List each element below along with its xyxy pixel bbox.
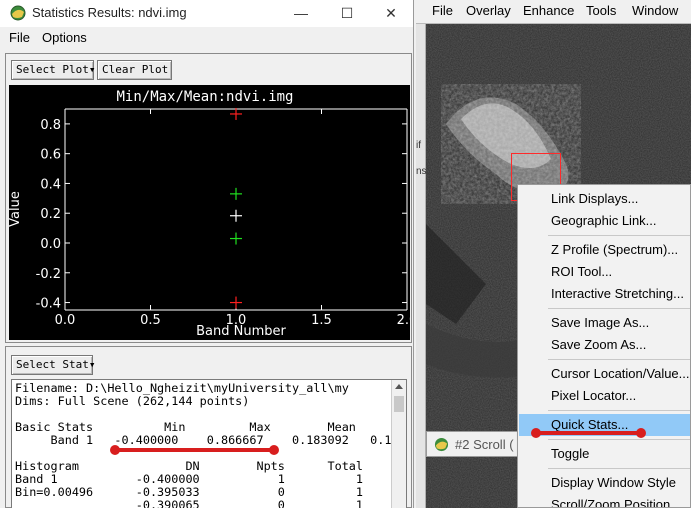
stats-panel: Select Stat▾ Filename: D:\Hello_Ngheizit… [5, 346, 412, 508]
select-stat-label: Select Stat [16, 358, 89, 371]
y-tick-label: -0.2 [36, 267, 61, 282]
display-menu-window[interactable]: Window [632, 3, 678, 18]
plus-marker-mean-stddev [230, 187, 242, 200]
stats-text-area[interactable]: Filename: D:\Hello_Ngheizit\myUniversity… [11, 379, 407, 508]
ctx-item-display-window-style[interactable]: Display Window Style [519, 472, 690, 494]
display-menu-enhance[interactable]: Enhance [523, 3, 574, 18]
y-tick-label: 0.2 [40, 207, 61, 222]
menu-separator [548, 235, 690, 236]
menu-separator [548, 439, 690, 440]
dropdown-arrow-icon: ▾ [88, 358, 96, 371]
x-tick-label: 1.0 [226, 313, 247, 328]
plot-area: Min/Max/Mean:ndvi.img Value Band Number … [9, 85, 410, 340]
scroll-up-arrow-icon[interactable] [395, 384, 403, 389]
x-tick-label: 0.5 [140, 313, 161, 328]
menu-separator [548, 410, 690, 411]
x-tick-label: 0.0 [55, 313, 76, 328]
envi-app-icon [10, 5, 26, 21]
y-tick-label: -0.4 [36, 297, 61, 312]
title-bar[interactable]: Statistics Results: ndvi.img — ☐ ✕ [0, 0, 413, 27]
ctx-item-interactive-stretching[interactable]: Interactive Stretching... [519, 283, 690, 305]
scroll-window-title: #2 Scroll ( [455, 437, 514, 452]
display-menu-bar: File Overlay Enhance Tools Window [416, 0, 691, 24]
x-tick-label: 1.5 [311, 313, 332, 328]
close-button[interactable]: ✕ [368, 0, 413, 27]
menu-separator [548, 468, 690, 469]
annotation-dot-right [636, 428, 646, 438]
y-axis-label: Value [9, 191, 23, 227]
desktop: Statistics Results: ndvi.img — ☐ ✕ File … [0, 0, 691, 508]
dropdown-arrow-icon: ▾ [88, 63, 96, 76]
background-window-edge: if ns [416, 0, 427, 508]
y-tick-label: 0.8 [40, 118, 61, 133]
ctx-item-cursor-location[interactable]: Cursor Location/Value... [519, 363, 690, 385]
annotation-dot-left [110, 445, 120, 455]
window-title: Statistics Results: ndvi.img [32, 5, 187, 20]
plot-panel: Select Plot▾ Clear Plot Min/Max/Mean:ndv… [5, 53, 412, 343]
y-tick-label: 0.6 [40, 148, 61, 163]
select-plot-label: Select Plot [16, 63, 89, 76]
minimize-button[interactable]: — [278, 0, 324, 27]
annotation-underline-quick-stats [537, 431, 641, 435]
edge-text-fragment: if [416, 140, 421, 151]
display-context-menu: Link Displays... Geographic Link... Z Pr… [517, 184, 691, 508]
ctx-item-save-zoom-as[interactable]: Save Zoom As... [519, 334, 690, 356]
display-menu-file[interactable]: File [432, 3, 453, 18]
ctx-item-scroll-zoom-position[interactable]: Scroll/Zoom Position [519, 494, 690, 507]
vertical-scrollbar[interactable] [391, 380, 406, 508]
edge-text-fragment: ns [416, 166, 427, 177]
ctx-item-pixel-locator[interactable]: Pixel Locator... [519, 385, 690, 407]
menu-separator [548, 359, 690, 360]
plus-marker-mean-stddev [230, 232, 242, 245]
maximize-button[interactable]: ☐ [324, 0, 370, 27]
ctx-item-geographic-link[interactable]: Geographic Link... [519, 210, 690, 232]
select-stat-button[interactable]: Select Stat▾ [11, 355, 96, 375]
clear-plot-button[interactable]: Clear Plot [97, 60, 172, 80]
annotation-dot-left [531, 428, 541, 438]
plot-title: Min/Max/Mean:ndvi.img [116, 89, 293, 105]
scroll-thumb[interactable] [394, 396, 404, 412]
annotation-underline [116, 448, 276, 452]
x-tick-label: 2.0 [397, 313, 410, 328]
menu-options[interactable]: Options [42, 30, 87, 45]
min-max-mean-plot: Min/Max/Mean:ndvi.img Value Band Number … [9, 89, 410, 339]
plus-marker-min [230, 296, 242, 309]
menu-separator [548, 308, 690, 309]
display-menu-overlay[interactable]: Overlay [466, 3, 511, 18]
plus-marker-mean [230, 209, 242, 222]
menu-bar: File Options [0, 28, 413, 49]
ctx-item-roi-tool[interactable]: ROI Tool... [519, 261, 690, 283]
ctx-item-save-image-as[interactable]: Save Image As... [519, 312, 690, 334]
envi-app-icon [434, 437, 449, 452]
stats-line-dims: Dims: Full Scene (262,144 points) [15, 394, 250, 408]
display-menu-tools[interactable]: Tools [586, 3, 616, 18]
ctx-item-z-profile[interactable]: Z Profile (Spectrum)... [519, 239, 690, 261]
y-tick-label: 0.4 [40, 177, 61, 192]
ctx-item-toggle[interactable]: Toggle [519, 443, 690, 465]
plus-marker-max [230, 107, 242, 120]
stats-line-hist-row3: -0.390065 0 1 0.0 [15, 498, 407, 508]
statistics-results-window: Statistics Results: ndvi.img — ☐ ✕ File … [0, 0, 414, 508]
stats-line-band1: Band 1 -0.400000 0.866667 0.183092 0.1 [15, 433, 392, 447]
menu-file[interactable]: File [9, 30, 30, 45]
annotation-dot-right [269, 445, 279, 455]
select-plot-button[interactable]: Select Plot▾ [11, 60, 96, 80]
ctx-item-link-displays[interactable]: Link Displays... [519, 188, 690, 210]
y-tick-label: 0.0 [40, 237, 61, 252]
